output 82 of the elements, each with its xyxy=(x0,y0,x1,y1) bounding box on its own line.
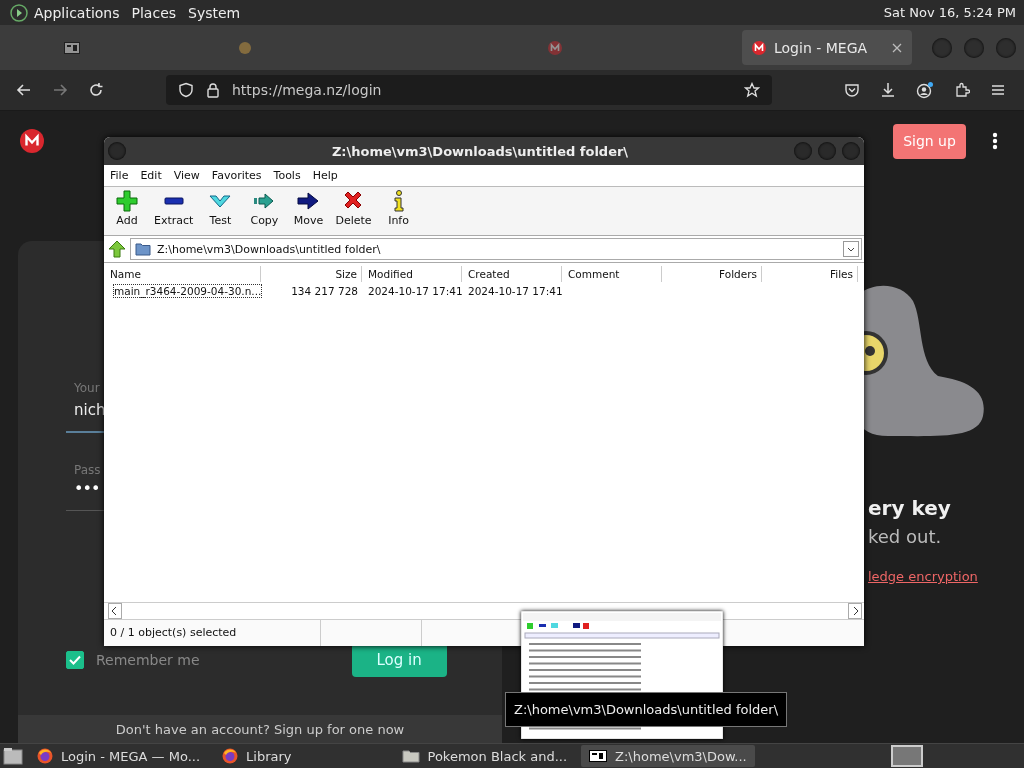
panel-menu[interactable]: System xyxy=(188,4,241,21)
dropdown-icon[interactable] xyxy=(843,241,859,257)
close-icon[interactable] xyxy=(892,42,902,53)
toolbar-button[interactable]: Copy xyxy=(247,190,282,232)
menu-item[interactable]: Favorites xyxy=(211,169,262,182)
reload-icon[interactable] xyxy=(88,82,104,98)
firefox-icon xyxy=(37,748,53,764)
arrow-icon xyxy=(253,190,276,212)
toolbar-button[interactable]: Test xyxy=(203,190,238,232)
column-header[interactable]: Modified xyxy=(362,265,462,282)
browser-tab[interactable]: Login - MEGA xyxy=(742,30,912,65)
status-text: 0 / 1 object(s) selected xyxy=(104,620,321,646)
column-header[interactable]: Files xyxy=(762,265,858,282)
table-cell: 2024-10-17 17:41 xyxy=(368,284,463,297)
pocket-icon[interactable] xyxy=(844,82,860,98)
menu-item[interactable]: View xyxy=(173,169,200,182)
window-title: Z:\home\vm3\Downloads\untitled folder\ xyxy=(330,143,630,159)
column-header[interactable]: Size xyxy=(261,265,362,282)
panel-menu[interactable]: Applications xyxy=(34,4,120,21)
show-desktop-icon[interactable] xyxy=(3,747,23,765)
toolbar-button[interactable]: Add xyxy=(110,190,144,232)
menu-item[interactable]: File xyxy=(110,169,129,182)
encryption-link[interactable]: ledge encryption xyxy=(868,569,1024,584)
recovery-text: ked out. xyxy=(868,526,943,547)
mega-logo-icon[interactable] xyxy=(20,129,44,153)
address-bar[interactable]: https://mega.nz/login xyxy=(166,75,772,105)
info-icon xyxy=(392,190,405,212)
menu-item[interactable]: Tools xyxy=(273,169,301,182)
up-arrow-icon[interactable] xyxy=(108,240,126,258)
tooltip: Z:\home\vm3\Downloads\untitled folder\ xyxy=(505,692,788,727)
scroll-left-icon[interactable] xyxy=(108,603,122,619)
lock-icon[interactable] xyxy=(206,82,220,98)
toolbar-button[interactable]: Delete xyxy=(335,190,372,232)
account-icon[interactable] xyxy=(916,81,934,99)
remember-label[interactable]: Remember me xyxy=(96,652,200,668)
field-label: Pass xyxy=(74,463,102,477)
file-name[interactable]: main_r3464-2009-04-30.n... xyxy=(113,283,263,298)
toolbar-button[interactable]: Move xyxy=(291,190,326,232)
more-icon[interactable] xyxy=(992,132,998,150)
menu-item[interactable]: Help xyxy=(312,169,338,182)
star-icon[interactable] xyxy=(744,82,760,98)
taskbar-item[interactable]: Z:\home\vm3\Dow... xyxy=(581,745,755,767)
clock: Sat Nov 16, 5:24 PM xyxy=(883,5,1016,20)
extensions-icon[interactable] xyxy=(954,82,970,98)
table-cell: 134 217 728 xyxy=(291,284,358,297)
archive-icon xyxy=(64,41,80,54)
toolbar-button[interactable]: Info xyxy=(381,190,416,232)
tab-title: Login - MEGA xyxy=(774,39,869,56)
back-icon[interactable] xyxy=(16,82,32,98)
archive-icon xyxy=(589,750,608,762)
taskbar-item[interactable]: Library xyxy=(214,745,300,767)
forward-icon[interactable] xyxy=(52,82,68,98)
sign-up-prompt: Don't have an account? Sign up for one now xyxy=(115,721,405,737)
scroll-right-icon[interactable] xyxy=(848,603,862,619)
table-cell: 2024-10-17 17:41 xyxy=(468,284,563,297)
app-menu-icon[interactable] xyxy=(10,3,28,22)
site-icon xyxy=(238,40,252,55)
plus-icon xyxy=(116,190,138,212)
path-field[interactable]: Z:\home\vm3\Downloads\untitled folder\ xyxy=(130,238,862,260)
folder-icon xyxy=(401,749,420,763)
taskbar-item[interactable]: Pokemon Black and... xyxy=(393,745,576,767)
menu-icon[interactable] xyxy=(990,82,1006,98)
column-header[interactable]: Name xyxy=(104,265,261,282)
download-icon[interactable] xyxy=(880,82,896,98)
mega-icon xyxy=(752,40,766,55)
shield-icon[interactable] xyxy=(178,82,194,98)
arrow-icon xyxy=(297,190,320,212)
field-label: Your xyxy=(74,381,101,395)
folder-icon xyxy=(135,242,151,256)
recovery-heading: ery key xyxy=(868,496,952,520)
firefox-icon xyxy=(222,748,239,764)
column-header[interactable]: Folders xyxy=(662,265,762,282)
menu-item[interactable]: Edit xyxy=(140,169,162,182)
column-header[interactable]: Comment xyxy=(562,265,662,282)
taskbar-item[interactable]: Login - MEGA — Mo... xyxy=(29,745,209,767)
url-text: https://mega.nz/login xyxy=(232,82,382,98)
remember-checkbox[interactable] xyxy=(66,651,84,669)
toolbar-button[interactable]: Extract xyxy=(154,190,194,232)
workspace-switcher[interactable] xyxy=(891,745,923,767)
column-header[interactable]: Created xyxy=(462,265,562,282)
panel-menu[interactable]: Places xyxy=(131,4,177,21)
mega-icon xyxy=(548,40,562,55)
